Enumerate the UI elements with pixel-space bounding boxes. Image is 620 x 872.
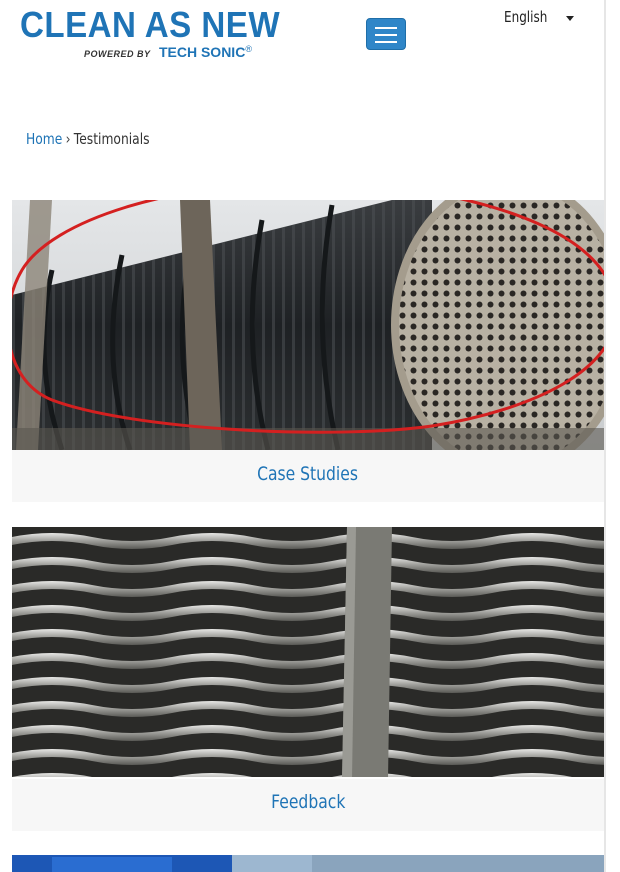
heat-exchanger-image[interactable] <box>12 200 604 450</box>
feedback-label: Feedback <box>270 791 346 813</box>
breadcrumb-current: Testimonials <box>73 130 150 148</box>
breadcrumb: Home › Testimonials <box>26 130 150 148</box>
logo-brand: TECH SONIC <box>158 44 246 60</box>
industrial-equipment-image[interactable] <box>12 855 604 872</box>
registered-mark: ® <box>245 44 252 54</box>
breadcrumb-home-link[interactable]: Home <box>26 130 62 148</box>
breadcrumb-separator: › <box>65 130 71 148</box>
logo[interactable]: CLEAN AS NEW POWERED BY TECH SONIC® <box>20 4 280 62</box>
case-studies-label: Case Studies <box>257 463 359 485</box>
page: CLEAN AS NEW POWERED BY TECH SONIC® Engl… <box>0 0 606 872</box>
logo-title: CLEAN AS NEW <box>20 4 281 45</box>
feedback-link[interactable]: Feedback <box>12 791 604 813</box>
language-label: English <box>504 8 548 26</box>
logo-tagline: POWERED BY TECH SONIC® <box>84 44 252 62</box>
case-studies-link[interactable]: Case Studies <box>12 463 604 485</box>
language-selector[interactable]: English <box>504 8 574 26</box>
hamburger-menu-button[interactable] <box>366 18 406 50</box>
plate-heat-exchanger-image[interactable] <box>12 527 604 777</box>
caret-down-icon <box>566 16 574 21</box>
logo-powered-by: POWERED BY <box>84 49 151 59</box>
